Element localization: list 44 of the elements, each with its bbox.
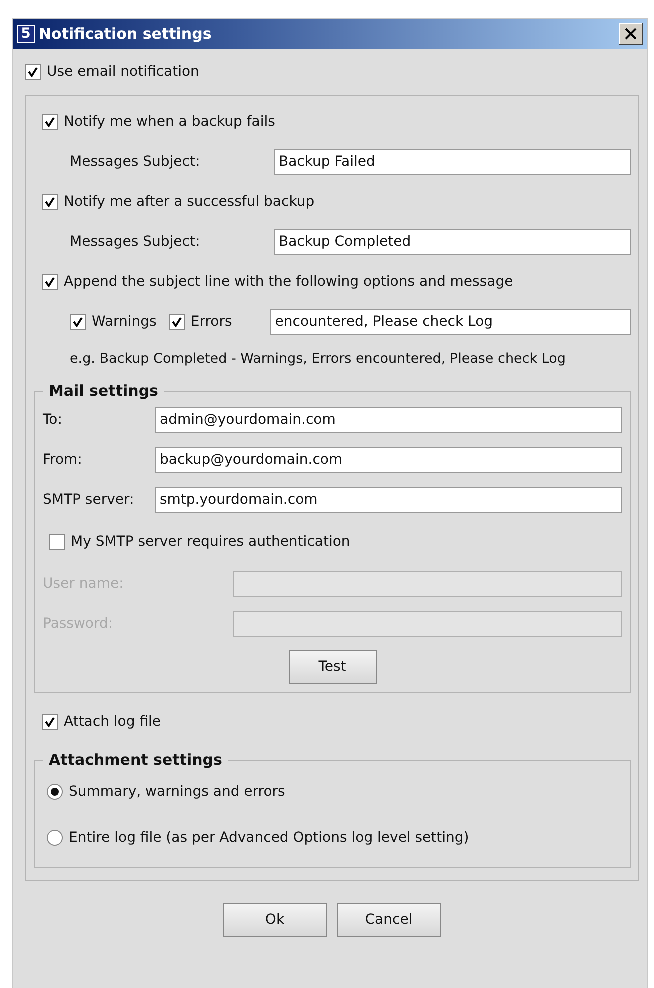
app-icon: 5	[17, 25, 35, 43]
checkbox-label: Notify me when a backup fails	[64, 114, 276, 130]
checkbox[interactable]	[25, 64, 41, 80]
dialog-button[interactable]: Ok	[223, 903, 327, 937]
field-label: Messages Subject:	[70, 154, 202, 170]
example-text: e.g. Backup Completed - Warnings, Errors encountered, Please check Log	[70, 351, 566, 367]
window-title: Notification settings	[39, 25, 213, 43]
checkbox[interactable]	[49, 534, 65, 550]
group-title: Attachment settings	[48, 751, 224, 769]
dialog-button[interactable]: Cancel	[337, 903, 441, 937]
radio-label: Summary, warnings and errors	[69, 784, 286, 800]
close-button[interactable]	[619, 23, 643, 45]
test-button[interactable]: Test	[288, 650, 376, 684]
radio-label: Entire log file (as per Advanced Options log level setting)	[69, 830, 470, 846]
field-label: Messages Subject:	[70, 234, 202, 250]
message-field[interactable]: encountered, Please check Log	[270, 309, 631, 335]
field-label: From:	[43, 452, 84, 468]
radio-button[interactable]	[47, 830, 63, 846]
checkbox-label: Warnings	[92, 314, 157, 330]
text-field[interactable]	[233, 571, 622, 597]
radio-button[interactable]	[47, 784, 63, 800]
subject-field[interactable]: Backup Completed	[274, 229, 631, 255]
checkbox[interactable]	[42, 274, 58, 290]
text-field[interactable]: smtp.yourdomain.com	[155, 487, 622, 513]
text-field[interactable]: admin@yourdomain.com	[155, 407, 622, 433]
checkbox-label: Notify me after a successful backup	[64, 194, 315, 210]
checkbox[interactable]	[42, 114, 58, 130]
checkbox-label: Attach log file	[64, 714, 162, 730]
checkbox-label: My SMTP server requires authentication	[71, 534, 350, 550]
group-title: Mail settings	[48, 382, 160, 400]
checkbox-label: Errors	[190, 314, 232, 330]
text-field[interactable]	[233, 611, 622, 637]
checkbox-label: Append the subject line with the following options and message	[64, 274, 514, 290]
checkbox[interactable]	[42, 194, 58, 210]
checkbox[interactable]	[70, 314, 86, 330]
checkbox-row[interactable]: Use email notification	[25, 49, 639, 95]
checkbox[interactable]	[42, 714, 58, 730]
field-label: SMTP server:	[43, 492, 136, 508]
checkbox[interactable]	[168, 314, 185, 330]
close-icon	[625, 28, 637, 40]
subject-field[interactable]: Backup Failed	[274, 149, 631, 175]
checkbox-label: Use email notification	[47, 64, 200, 80]
field-label: To:	[43, 412, 64, 428]
text-field[interactable]: backup@yourdomain.com	[155, 447, 622, 473]
